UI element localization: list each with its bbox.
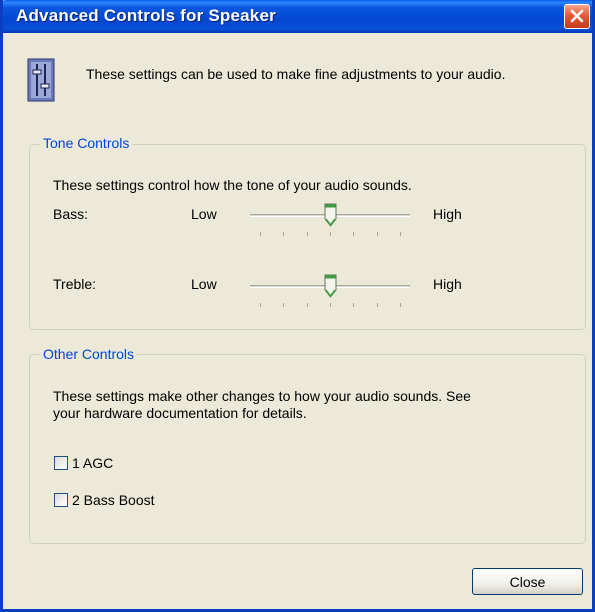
slider-tick [306, 303, 308, 307]
slider-tick [260, 232, 261, 236]
other-controls-group [29, 354, 586, 544]
bass-slider[interactable] [250, 203, 410, 245]
speaker-settings-icon [27, 58, 55, 102]
window-title: Advanced Controls for Speaker [16, 6, 276, 25]
tone-controls-legend: Tone Controls [40, 135, 133, 151]
close-button[interactable]: Close [472, 568, 583, 595]
slider-tick [353, 303, 355, 307]
bass-boost-checkbox[interactable]: 2 Bass Boost [54, 492, 155, 508]
slider-tick [376, 232, 378, 236]
slider-tick [306, 232, 308, 236]
slider-tick [260, 303, 261, 307]
slider-tick [400, 303, 401, 307]
treble-low-label: Low [191, 276, 217, 292]
title-bar[interactable]: Advanced Controls for Speaker [3, 0, 592, 33]
bass-low-label: Low [191, 206, 217, 222]
slider-tick [283, 303, 285, 307]
bass-boost-checkbox-label: 2 Bass Boost [72, 492, 155, 508]
agc-checkbox[interactable]: 1 AGC [54, 455, 113, 471]
bass-label: Bass: [53, 206, 89, 222]
slider-thumb[interactable] [324, 274, 337, 298]
agc-checkbox-box[interactable] [54, 456, 68, 470]
close-window-button[interactable] [564, 4, 590, 29]
other-description-line1: These settings make other changes to how… [53, 388, 471, 404]
slider-tick [376, 303, 378, 307]
other-description-line2: your hardware documentation for details. [53, 405, 307, 421]
slider-tick [330, 303, 331, 307]
bass-high-label: High [433, 206, 462, 222]
slider-tick [353, 232, 355, 236]
slider-tick [330, 232, 331, 236]
treble-slider[interactable] [250, 274, 410, 316]
slider-tick [400, 232, 401, 236]
agc-checkbox-label: 1 AGC [72, 455, 114, 471]
bass-boost-checkbox-box[interactable] [54, 493, 68, 507]
slider-thumb[interactable] [324, 203, 337, 227]
intro-text: These settings can be used to make fine … [86, 66, 506, 82]
slider-tick [283, 232, 285, 236]
tone-description: These settings control how the tone of y… [53, 177, 412, 193]
treble-high-label: High [433, 276, 462, 292]
close-x-icon [570, 9, 584, 23]
other-controls-legend: Other Controls [40, 346, 138, 362]
dialog-window: Advanced Controls for Speaker These sett… [0, 0, 595, 612]
treble-label: Treble: [53, 276, 97, 292]
